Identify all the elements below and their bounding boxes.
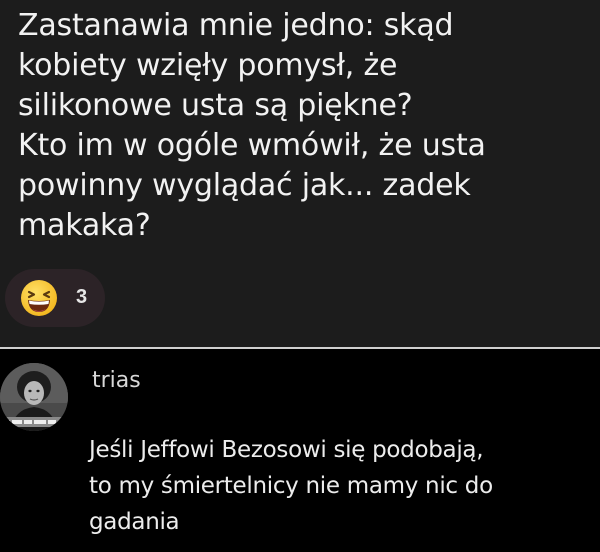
reaction-count: 3 — [76, 286, 88, 308]
commenter-name[interactable]: trias — [92, 367, 141, 395]
post: Zastanawia mnie jedno: skąd kobiety wzię… — [0, 0, 600, 347]
avatar-photo-icon — [0, 363, 68, 431]
comment: trias Jeśli Jeffowi Bezosowi się podobaj… — [0, 349, 600, 552]
screenshot: Zastanawia mnie jedno: skąd kobiety wzię… — [0, 0, 600, 552]
grinning-face-emoji-icon — [21, 280, 57, 316]
avatar[interactable] — [0, 363, 68, 431]
comment-text: Jeśli Jeffowi Bezosowi się podobają, to … — [89, 437, 493, 535]
post-text: Zastanawia mnie jedno: skąd kobiety wzię… — [18, 8, 486, 243]
reaction-button[interactable]: 3 — [5, 269, 105, 327]
